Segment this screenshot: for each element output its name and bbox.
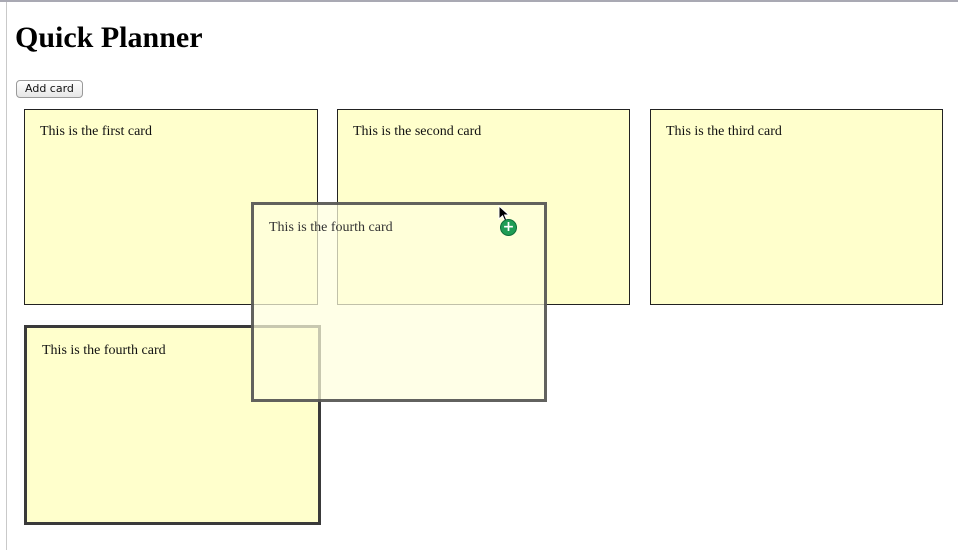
card-text: This is the third card [666,124,782,139]
window-left-border [6,2,7,550]
copy-plus-icon: + [500,219,517,236]
card-text: This is the fourth card [42,343,166,358]
add-card-button[interactable]: Add card [16,80,83,98]
drag-preview-text: This is the fourth card [269,220,393,235]
page-title: Quick Planner [15,21,203,54]
card-text: This is the first card [40,124,152,139]
card-third[interactable]: This is the third card [650,109,943,305]
card-text: This is the second card [353,124,482,139]
window-top-border [0,0,958,2]
